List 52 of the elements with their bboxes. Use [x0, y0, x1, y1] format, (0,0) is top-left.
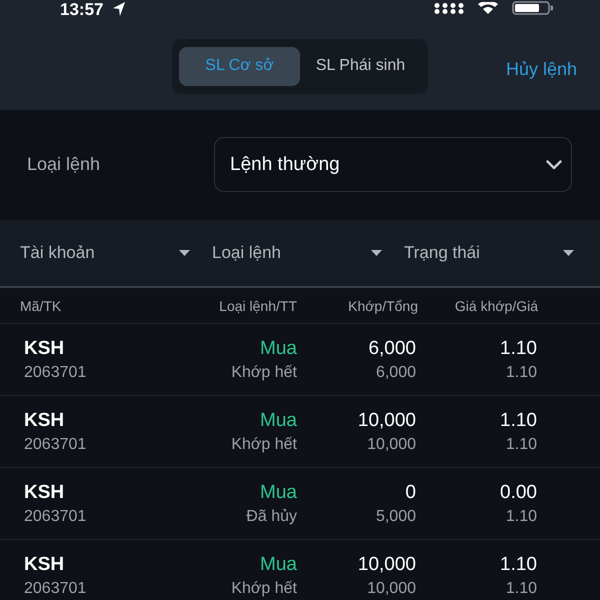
- matched-quantity: 10,000: [356, 410, 416, 432]
- total-quantity: 6,000: [374, 362, 416, 382]
- stock-symbol: KSH: [24, 482, 66, 504]
- stock-symbol: KSH: [24, 410, 66, 432]
- filter-dropdown[interactable]: Loại lệnh: [212, 243, 382, 263]
- cancel-order-link[interactable]: Hủy lệnh: [506, 58, 577, 80]
- account-number: 2063701: [24, 506, 88, 526]
- column-header: Loại lệnh/TT: [218, 298, 297, 314]
- matched-price: 1.10: [499, 410, 537, 432]
- matched-price: 1.10: [499, 554, 537, 576]
- signal-icon: [434, 3, 464, 14]
- caret-down-icon: [371, 250, 382, 256]
- tab[interactable]: SL Phái sinh: [300, 46, 421, 86]
- filter-dropdown[interactable]: Tài khoản: [20, 243, 190, 263]
- order-side: Mua: [259, 410, 297, 432]
- stock-symbol: KSH: [24, 338, 66, 360]
- caret-down-icon: [563, 250, 574, 256]
- order-price: 1.10: [504, 578, 537, 598]
- stock-symbol: KSH: [24, 554, 66, 576]
- order-type-dropdown[interactable]: Lệnh thường: [214, 137, 572, 192]
- order-side: Mua: [259, 338, 297, 360]
- order-price: 1.10: [504, 362, 537, 382]
- filter-dropdown[interactable]: Trạng thái: [404, 243, 574, 263]
- order-status: Khớp hết: [230, 362, 297, 382]
- chevron-down-icon: [546, 160, 562, 170]
- total-quantity: 10,000: [366, 578, 416, 598]
- account-number: 2063701: [24, 362, 88, 382]
- account-number: 2063701: [24, 578, 88, 598]
- order-status: Đã hủy: [245, 506, 297, 526]
- column-header: Giá khớp/Giá: [454, 298, 538, 314]
- location-arrow-icon: [113, 2, 126, 16]
- battery-icon: [512, 1, 554, 15]
- order-status: Khớp hết: [230, 578, 297, 598]
- matched-quantity: 6,000: [367, 338, 416, 360]
- order-price: 1.10: [504, 506, 537, 526]
- field-label: Loại lệnh: [27, 154, 100, 175]
- total-quantity: 5,000: [374, 506, 416, 526]
- matched-price: 0.00: [499, 482, 537, 504]
- caret-down-icon: [179, 250, 190, 256]
- order-side: Mua: [259, 482, 297, 504]
- matched-price: 1.10: [499, 338, 537, 360]
- column-header: Mã/TK: [20, 298, 62, 314]
- matched-quantity: 10,000: [356, 554, 416, 576]
- matched-quantity: 0: [404, 482, 416, 504]
- status-time: 13:57: [60, 1, 104, 19]
- order-price: 1.10: [504, 434, 537, 454]
- wifi-icon: [478, 2, 498, 14]
- order-status: Khớp hết: [230, 434, 297, 454]
- account-number: 2063701: [24, 434, 88, 454]
- total-quantity: 10,000: [366, 434, 416, 454]
- order-side: Mua: [259, 554, 297, 576]
- column-header: Khớp/Tổng: [347, 298, 418, 314]
